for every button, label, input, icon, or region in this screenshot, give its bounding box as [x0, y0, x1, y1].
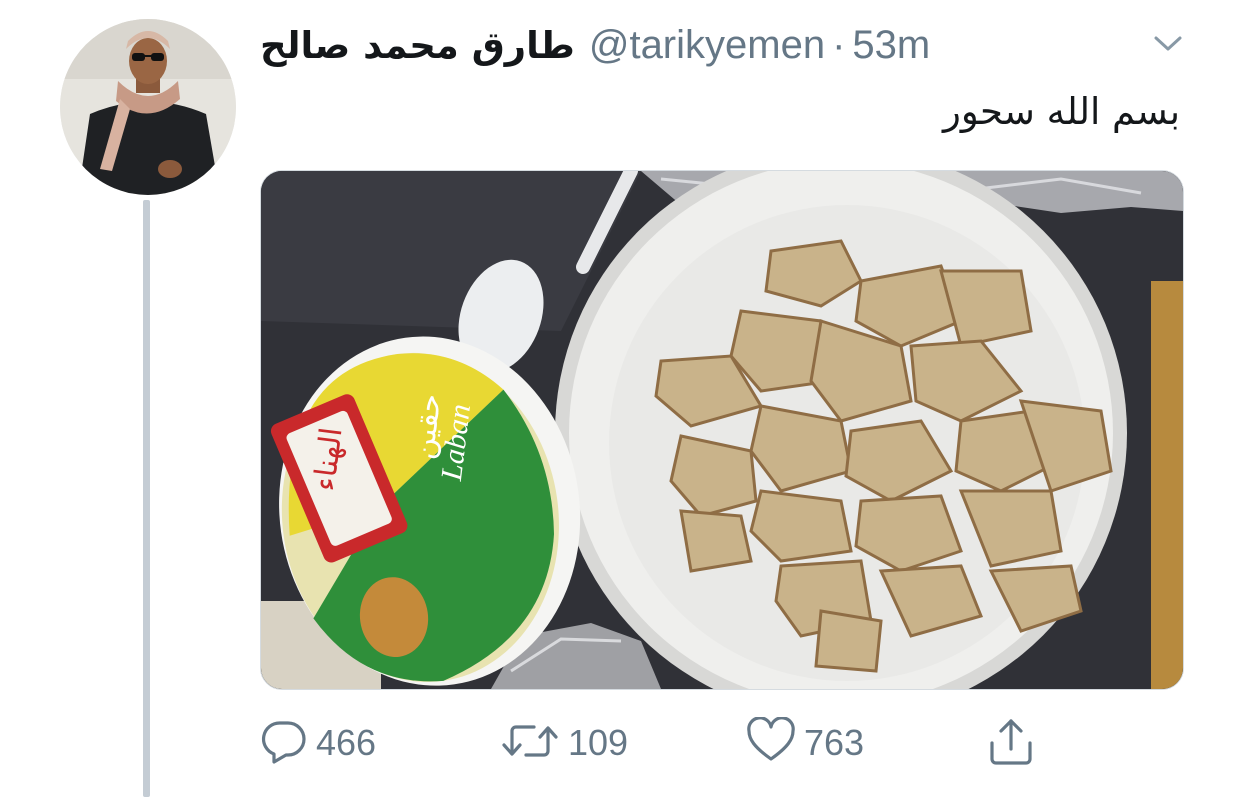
chevron-down-icon[interactable] — [1150, 28, 1186, 58]
tweet-text: بسم الله سحور — [943, 90, 1180, 133]
tweet-header: طارق محمد صالح @tarikyemen · 53m — [260, 22, 930, 68]
like-count: 763 — [804, 722, 865, 763]
thread-line — [143, 200, 150, 797]
reply-button[interactable]: 466 — [260, 712, 376, 774]
separator-dot: · — [832, 22, 846, 67]
tweet-photo[interactable]: الهناء حقين Laban — [260, 170, 1184, 690]
user-handle[interactable]: @tarikyemen — [589, 23, 825, 68]
reply-icon — [260, 717, 308, 770]
retweet-icon — [500, 717, 560, 770]
tweet-actions: 466 109 763 — [260, 712, 1182, 774]
like-button[interactable]: 763 — [746, 712, 864, 774]
share-icon — [986, 715, 1036, 772]
like-icon — [746, 715, 796, 770]
retweet-count: 109 — [568, 722, 629, 763]
avatar[interactable] — [60, 19, 236, 195]
reply-count: 466 — [316, 722, 377, 763]
share-button[interactable] — [986, 712, 1036, 774]
retweet-button[interactable]: 109 — [500, 712, 628, 774]
display-name[interactable]: طارق محمد صالح — [260, 24, 575, 67]
tweet-time[interactable]: 53m — [852, 23, 930, 68]
